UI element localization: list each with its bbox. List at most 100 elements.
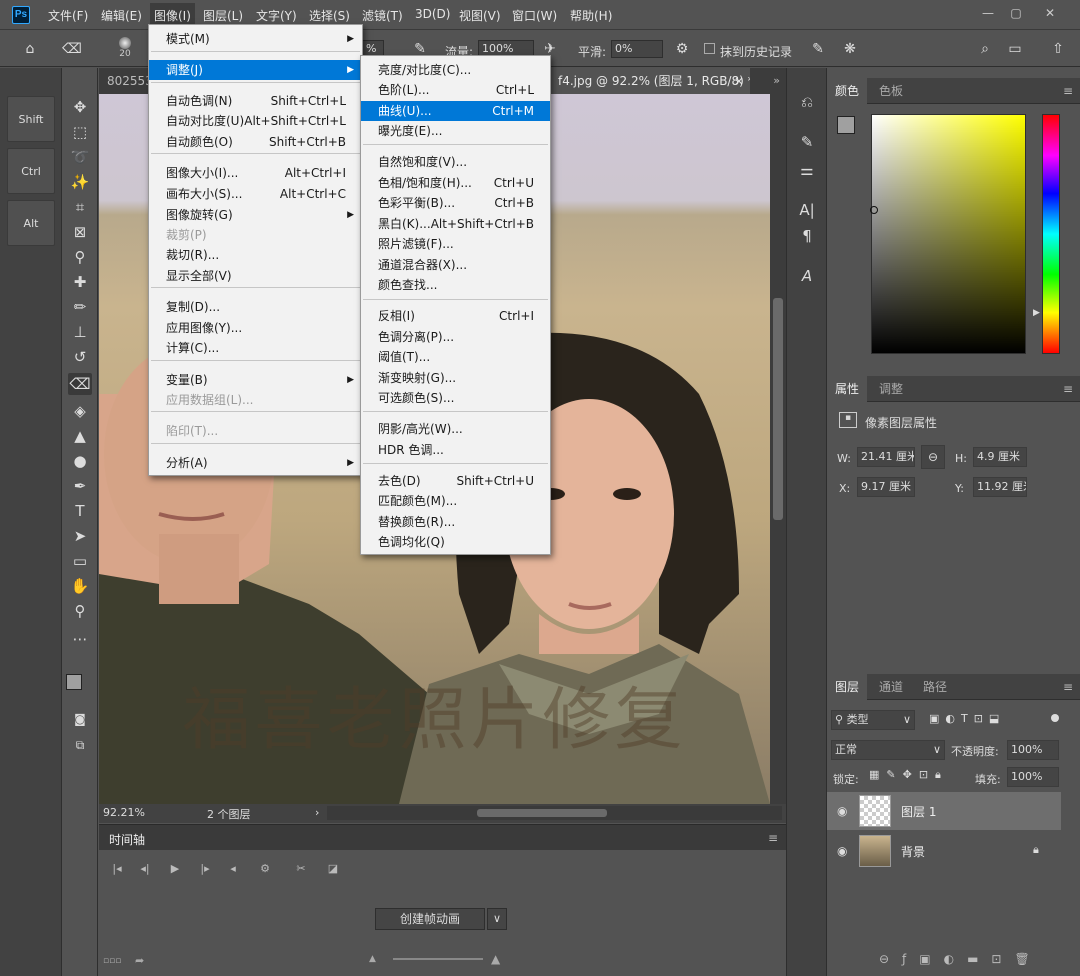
image-menu-item[interactable]: 应用图像(Y)...	[149, 318, 362, 338]
adjust-menu-item[interactable]: 照片滤镜(F)...	[361, 234, 550, 254]
blend-mode-dropdown[interactable]: 正常 ∨	[831, 740, 945, 760]
adjust-menu-item[interactable]: 色调均化(Q)	[361, 532, 550, 552]
image-menu-item[interactable]: 复制(D)...	[149, 297, 362, 317]
image-menu-item[interactable]: 自动色调(N) Shift+Ctrl+L	[149, 91, 362, 111]
layer-filter-icons[interactable]: ▣◐T⊡⬓	[929, 712, 1005, 725]
menu-3d[interactable]: 3D(D)	[415, 7, 450, 21]
link-dimensions-icon[interactable]: ⊖	[921, 445, 945, 469]
image-menu-item[interactable]: 图像大小(I)... Alt+Ctrl+I	[149, 163, 362, 183]
width-field[interactable]: 21.41 厘米	[857, 447, 915, 467]
path-selection-tool-icon[interactable]: ➤	[68, 525, 92, 547]
hand-tool-icon[interactable]: ✋	[68, 575, 92, 597]
layer-fill-field[interactable]: 100%	[1007, 767, 1059, 787]
menu-type[interactable]: 文字(Y)	[256, 7, 297, 24]
menu-window[interactable]: 窗口(W)	[512, 7, 557, 24]
menu-select[interactable]: 选择(S)	[309, 7, 350, 24]
pressure-size-icon[interactable]: ✎	[808, 39, 828, 59]
healing-brush-tool-icon[interactable]: ✚	[68, 271, 92, 293]
image-menu-item[interactable]: 画布大小(S)... Alt+Ctrl+C	[149, 184, 362, 204]
adjust-menu-item[interactable]: 色彩平衡(B)... Ctrl+B	[361, 193, 550, 213]
image-menu-item[interactable]: 计算(C)...	[149, 338, 362, 358]
image-menu-item[interactable]: 裁切(R)...	[149, 245, 362, 265]
color-picker-cursor[interactable]	[870, 206, 878, 214]
adjust-menu-item[interactable]: 通道混合器(X)...	[361, 255, 550, 275]
history-brush-tool-icon[interactable]: ↺	[68, 346, 92, 368]
eyedropper-tool-icon[interactable]: ⚲	[68, 246, 92, 268]
close-tab-icon[interactable]: ×	[734, 68, 744, 94]
move-tool-icon[interactable]: ✥	[68, 96, 92, 118]
adjust-menu-item[interactable]: 黑白(K)... Alt+Shift+Ctrl+B	[361, 214, 550, 234]
blur-tool-icon[interactable]: ▲	[68, 425, 92, 447]
glyphs-panel-icon[interactable]: A	[795, 264, 819, 288]
chevron-down-icon[interactable]: ∨	[487, 908, 507, 930]
height-field[interactable]: 4.9 厘米	[973, 447, 1027, 467]
horizontal-scrollbar-thumb[interactable]	[477, 809, 607, 817]
alt-key-button[interactable]: Alt	[7, 200, 55, 246]
layer-row[interactable]: ◉ 背景 🔒︎	[827, 832, 1061, 870]
image-menu-item[interactable]: 自动对比度(U) Alt+Shift+Ctrl+L	[149, 111, 362, 131]
more-tools-icon[interactable]: ⋯	[68, 628, 92, 650]
tab-channels[interactable]: 通道	[871, 674, 911, 700]
brush-preset-picker[interactable]: 20	[112, 35, 138, 61]
tab-paths[interactable]: 路径	[915, 674, 955, 700]
prev-frame-icon[interactable]: ◂|	[135, 862, 155, 878]
zoom-in-timeline-icon[interactable]: ▲	[491, 952, 500, 966]
layer-filter-dropdown[interactable]: ⚲ 类型 ∨	[831, 710, 915, 730]
paragraph-panel-icon[interactable]: ¶	[795, 224, 819, 248]
image-menu-item[interactable]: 显示全部(V)	[149, 266, 362, 286]
hue-slider-marker[interactable]: ▶	[1033, 308, 1040, 318]
erase-history-checkbox[interactable]	[704, 43, 715, 54]
history-panel-icon[interactable]: ⎌	[795, 90, 819, 114]
eraser-tool-icon[interactable]: ⌫	[68, 373, 92, 395]
color-panel-menu-icon[interactable]: ≡	[1063, 84, 1073, 98]
layer-actions-icons[interactable]: ⊖ƒ▣◐▬⊡🗑︎	[879, 952, 1043, 966]
adjust-menu-item[interactable]: 阴影/高光(W)...	[361, 419, 550, 439]
share-icon[interactable]: ⇧	[1048, 39, 1068, 59]
adjust-menu-item[interactable]: 色相/饱和度(H)... Ctrl+U	[361, 173, 550, 193]
document-tab-active[interactable]: f4.jpg @ 92.2% (图层 1, RGB/8) * ×	[550, 68, 750, 94]
timeline-settings-icon[interactable]: ⚙	[255, 862, 275, 878]
x-field[interactable]: 9.17 厘米	[857, 477, 915, 497]
gear-icon[interactable]: ⚙	[672, 39, 692, 59]
y-field[interactable]: 11.92 厘米	[973, 477, 1027, 497]
transition-icon[interactable]: ◪	[323, 862, 343, 878]
menu-view[interactable]: 视图(V)	[459, 7, 501, 24]
image-menu-item[interactable]: 模式(M) ▶	[149, 29, 362, 49]
magic-wand-tool-icon[interactable]: ✨	[68, 171, 92, 193]
adjust-menu-item[interactable]: 反相(I) Ctrl+I	[361, 306, 550, 326]
menu-file[interactable]: 文件(F)	[48, 7, 88, 24]
brush-tool-icon[interactable]: ✏	[68, 296, 92, 318]
brush-settings-icon[interactable]: ✎	[795, 130, 819, 154]
image-menu-item[interactable]: 变量(B) ▶	[149, 370, 362, 390]
filter-toggle-icon[interactable]	[1051, 714, 1059, 722]
minimize-button[interactable]: —	[974, 3, 1002, 23]
adjust-menu-item[interactable]: 曲线(U)... Ctrl+M	[361, 101, 550, 121]
layer-row[interactable]: ◉ 图层 1	[827, 792, 1061, 830]
timeline-menu-icon[interactable]: ≡	[768, 831, 778, 845]
image-menu-item[interactable]: 调整(J) ▶	[149, 60, 362, 80]
rectangle-tool-icon[interactable]: ▭	[68, 550, 92, 572]
adjust-menu-item[interactable]: 替换颜色(R)...	[361, 512, 550, 532]
adjust-menu-item[interactable]: 颜色查找...	[361, 275, 550, 295]
audio-icon[interactable]: ◂	[223, 862, 243, 878]
scrollbar-thumb[interactable]	[773, 298, 783, 520]
workspace-icon[interactable]: ▭	[1005, 39, 1025, 59]
paint-bucket-tool-icon[interactable]: ◈	[68, 400, 92, 422]
image-menu-item[interactable]: 分析(A) ▶	[149, 453, 362, 473]
butterfly-icon[interactable]: ❋	[840, 39, 860, 59]
home-icon[interactable]: ⌂	[20, 39, 40, 59]
frame-tool-icon[interactable]: ⊠	[68, 221, 92, 243]
create-frame-animation-button[interactable]: 创建帧动画	[375, 908, 485, 930]
render-video-icon[interactable]: ➦	[135, 954, 144, 967]
adjust-menu-item[interactable]: 色阶(L)... Ctrl+L	[361, 80, 550, 100]
adjust-sliders-icon[interactable]: ⚌	[795, 158, 819, 182]
play-icon[interactable]: ▶	[165, 862, 185, 878]
adjust-menu-item[interactable]: 色调分离(P)...	[361, 327, 550, 347]
color-picker-field[interactable]	[871, 114, 1026, 354]
zoom-tool-icon[interactable]: ⚲	[68, 600, 92, 622]
adjust-menu-item[interactable]: 自然饱和度(V)...	[361, 152, 550, 172]
menu-layer[interactable]: 图层(L)	[203, 7, 243, 24]
horizontal-scrollbar[interactable]	[327, 806, 782, 820]
ctrl-key-button[interactable]: Ctrl	[7, 148, 55, 194]
adjust-menu-item[interactable]: HDR 色调...	[361, 440, 550, 460]
